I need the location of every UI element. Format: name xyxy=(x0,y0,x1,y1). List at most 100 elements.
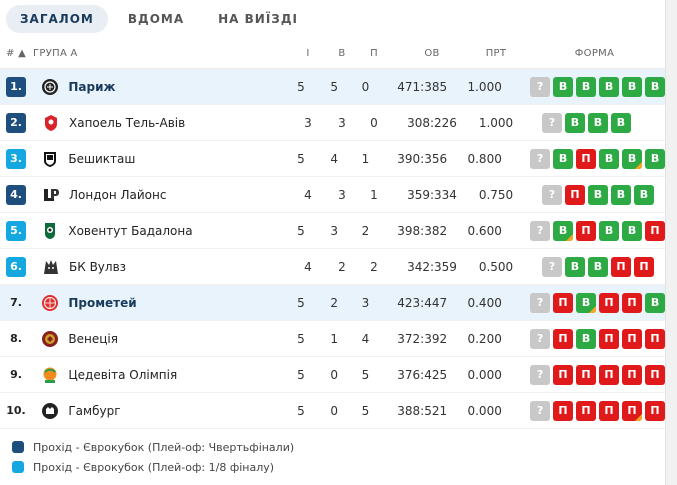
form-badge[interactable]: П xyxy=(611,256,631,277)
team-cell[interactable]: БК Вулвз xyxy=(33,257,293,277)
form-badge[interactable]: В xyxy=(645,292,666,313)
form-badge[interactable]: ? xyxy=(542,256,562,277)
form-badge[interactable]: П xyxy=(553,364,574,385)
table-row[interactable]: 8. Венеція 5 1 4 372:392 0.200 ? П В П П П xyxy=(0,321,666,357)
form-badge[interactable]: П xyxy=(645,220,666,241)
form-badge[interactable]: В xyxy=(645,76,666,97)
ratio-cell: 0.750 xyxy=(478,187,514,202)
form-badge[interactable]: П xyxy=(622,292,643,313)
team-cell[interactable]: Прометей xyxy=(32,293,286,313)
form-badge[interactable]: В xyxy=(576,292,597,313)
tab-home[interactable]: ВДОМА xyxy=(114,5,198,33)
table-row[interactable]: 4. Лондон Лайонс 4 3 1 359:334 0.750 ? П В… xyxy=(0,177,665,213)
team-cell[interactable]: Цедевіта Олімпія xyxy=(32,365,286,385)
team-cell[interactable]: Париж xyxy=(32,77,286,97)
form-badge[interactable]: В xyxy=(565,112,585,133)
form-badge[interactable]: В xyxy=(599,220,620,241)
form-badge[interactable]: ? xyxy=(530,328,551,349)
table-row[interactable]: 6. БК Вулвз 4 2 2 342:359 0.500 ? В В П П xyxy=(0,249,665,285)
form-badge[interactable]: П xyxy=(599,292,620,313)
form-badge[interactable]: П xyxy=(599,328,620,349)
form-badge[interactable]: В xyxy=(588,112,608,133)
team-name[interactable]: Бешикташ xyxy=(68,152,135,166)
form-badge[interactable]: ? xyxy=(530,148,551,169)
form-badge[interactable]: П xyxy=(622,400,643,421)
won-cell: 1 xyxy=(330,331,338,346)
form-badge[interactable]: В xyxy=(553,220,574,241)
form-badge[interactable]: П xyxy=(599,400,620,421)
form-badge[interactable]: ? xyxy=(530,220,551,241)
tab-overall[interactable]: ЗАГАЛОМ xyxy=(6,5,108,33)
header-points[interactable]: ОВ xyxy=(396,48,468,59)
form-badge[interactable]: В xyxy=(588,184,608,205)
form-badge[interactable]: П xyxy=(645,328,666,349)
form-badge[interactable]: П xyxy=(576,400,597,421)
table-row[interactable]: 9. Цедевіта Олімпія 5 0 5 376:425 0.000 … xyxy=(0,357,666,393)
form-badge[interactable]: П xyxy=(553,400,574,421)
form-cell: ? П В П П П xyxy=(512,328,666,349)
form-badge[interactable]: ? xyxy=(530,400,551,421)
team-name[interactable]: Лондон Лайонс xyxy=(69,188,166,202)
table-row[interactable]: 7. Прометей 5 2 3 423:447 0.400 ? П В П П В xyxy=(0,285,666,321)
form-badge[interactable]: П xyxy=(622,364,643,385)
header-ratio[interactable]: ПРТ xyxy=(468,48,524,59)
form-badge[interactable]: П xyxy=(553,328,574,349)
team-cell[interactable]: Гамбург xyxy=(32,401,286,421)
form-badge[interactable]: ? xyxy=(530,292,551,313)
form-badge[interactable]: П xyxy=(565,184,585,205)
form-badge[interactable]: В xyxy=(645,148,666,169)
form-badge[interactable]: П xyxy=(645,400,666,421)
header-played[interactable]: І xyxy=(293,48,323,59)
team-name[interactable]: Ховентут Бадалона xyxy=(68,224,192,238)
form-badge[interactable]: ? xyxy=(542,184,562,205)
form-badge[interactable]: П xyxy=(622,328,643,349)
table-row[interactable]: 10. Гамбург 5 0 5 388:521 0.000 ? П П П П П xyxy=(0,393,666,429)
form-badge[interactable]: П xyxy=(553,292,574,313)
tab-away[interactable]: НА ВИЇЗДІ xyxy=(204,5,312,33)
form-badge[interactable]: В xyxy=(588,256,608,277)
team-name[interactable]: Прометей xyxy=(68,296,136,310)
team-cell[interactable]: Хапоель Тель-Авів xyxy=(33,113,293,133)
form-badge[interactable]: В xyxy=(576,328,597,349)
team-cell[interactable]: Лондон Лайонс xyxy=(33,185,293,205)
team-cell[interactable]: Бешикташ xyxy=(32,149,286,169)
table-row[interactable]: 3. Бешикташ 5 4 1 390:356 0.800 ? В П В В В xyxy=(0,141,666,177)
team-name[interactable]: Хапоель Тель-Авів xyxy=(69,116,185,130)
form-badge[interactable]: В xyxy=(565,256,585,277)
form-badge[interactable]: П xyxy=(576,148,597,169)
form-badge[interactable]: В xyxy=(553,148,574,169)
header-won[interactable]: В xyxy=(326,48,358,59)
form-badge[interactable]: В xyxy=(611,184,631,205)
form-badge[interactable]: П xyxy=(576,220,597,241)
team-cell[interactable]: Ховентут Бадалона xyxy=(32,221,286,241)
form-badge[interactable]: П xyxy=(645,364,666,385)
form-badge[interactable]: В xyxy=(599,76,620,97)
form-badge[interactable]: П xyxy=(599,364,620,385)
form-badge[interactable]: В xyxy=(622,76,643,97)
team-name[interactable]: Цедевіта Олімпія xyxy=(68,368,177,382)
form-badge[interactable]: В xyxy=(611,112,631,133)
table-row[interactable]: 5. Ховентут Бадалона 5 3 2 398:382 0.600… xyxy=(0,213,666,249)
table-row[interactable]: 2. Хапоель Тель-Авів 3 3 0 308:226 1.000… xyxy=(0,105,665,141)
table-row[interactable]: 1. Париж 5 5 0 471:385 1.000 ? В В В В В xyxy=(0,69,666,105)
form-badge[interactable]: В xyxy=(576,76,597,97)
team-name[interactable]: Венеція xyxy=(68,332,118,346)
team-name[interactable]: Гамбург xyxy=(68,404,120,418)
header-lost[interactable]: П xyxy=(358,48,390,59)
team-cell[interactable]: Венеція xyxy=(32,329,286,349)
form-badge[interactable]: В xyxy=(634,184,654,205)
form-badge[interactable]: В xyxy=(599,148,620,169)
header-position[interactable]: # ▲ xyxy=(0,48,33,59)
team-name[interactable]: Париж xyxy=(68,80,115,94)
form-badge[interactable]: В xyxy=(622,220,643,241)
form-badge[interactable]: ? xyxy=(530,364,551,385)
form-badge[interactable]: В xyxy=(553,76,574,97)
form-badge[interactable]: ? xyxy=(542,112,562,133)
form-badge[interactable]: П xyxy=(576,364,597,385)
scrollbar[interactable] xyxy=(665,0,677,485)
form-badge[interactable]: П xyxy=(634,256,654,277)
form-badge[interactable]: В xyxy=(622,148,643,169)
team-name[interactable]: БК Вулвз xyxy=(69,260,126,274)
header-form: ФОРМА xyxy=(574,47,615,59)
form-badge[interactable]: ? xyxy=(530,76,551,97)
